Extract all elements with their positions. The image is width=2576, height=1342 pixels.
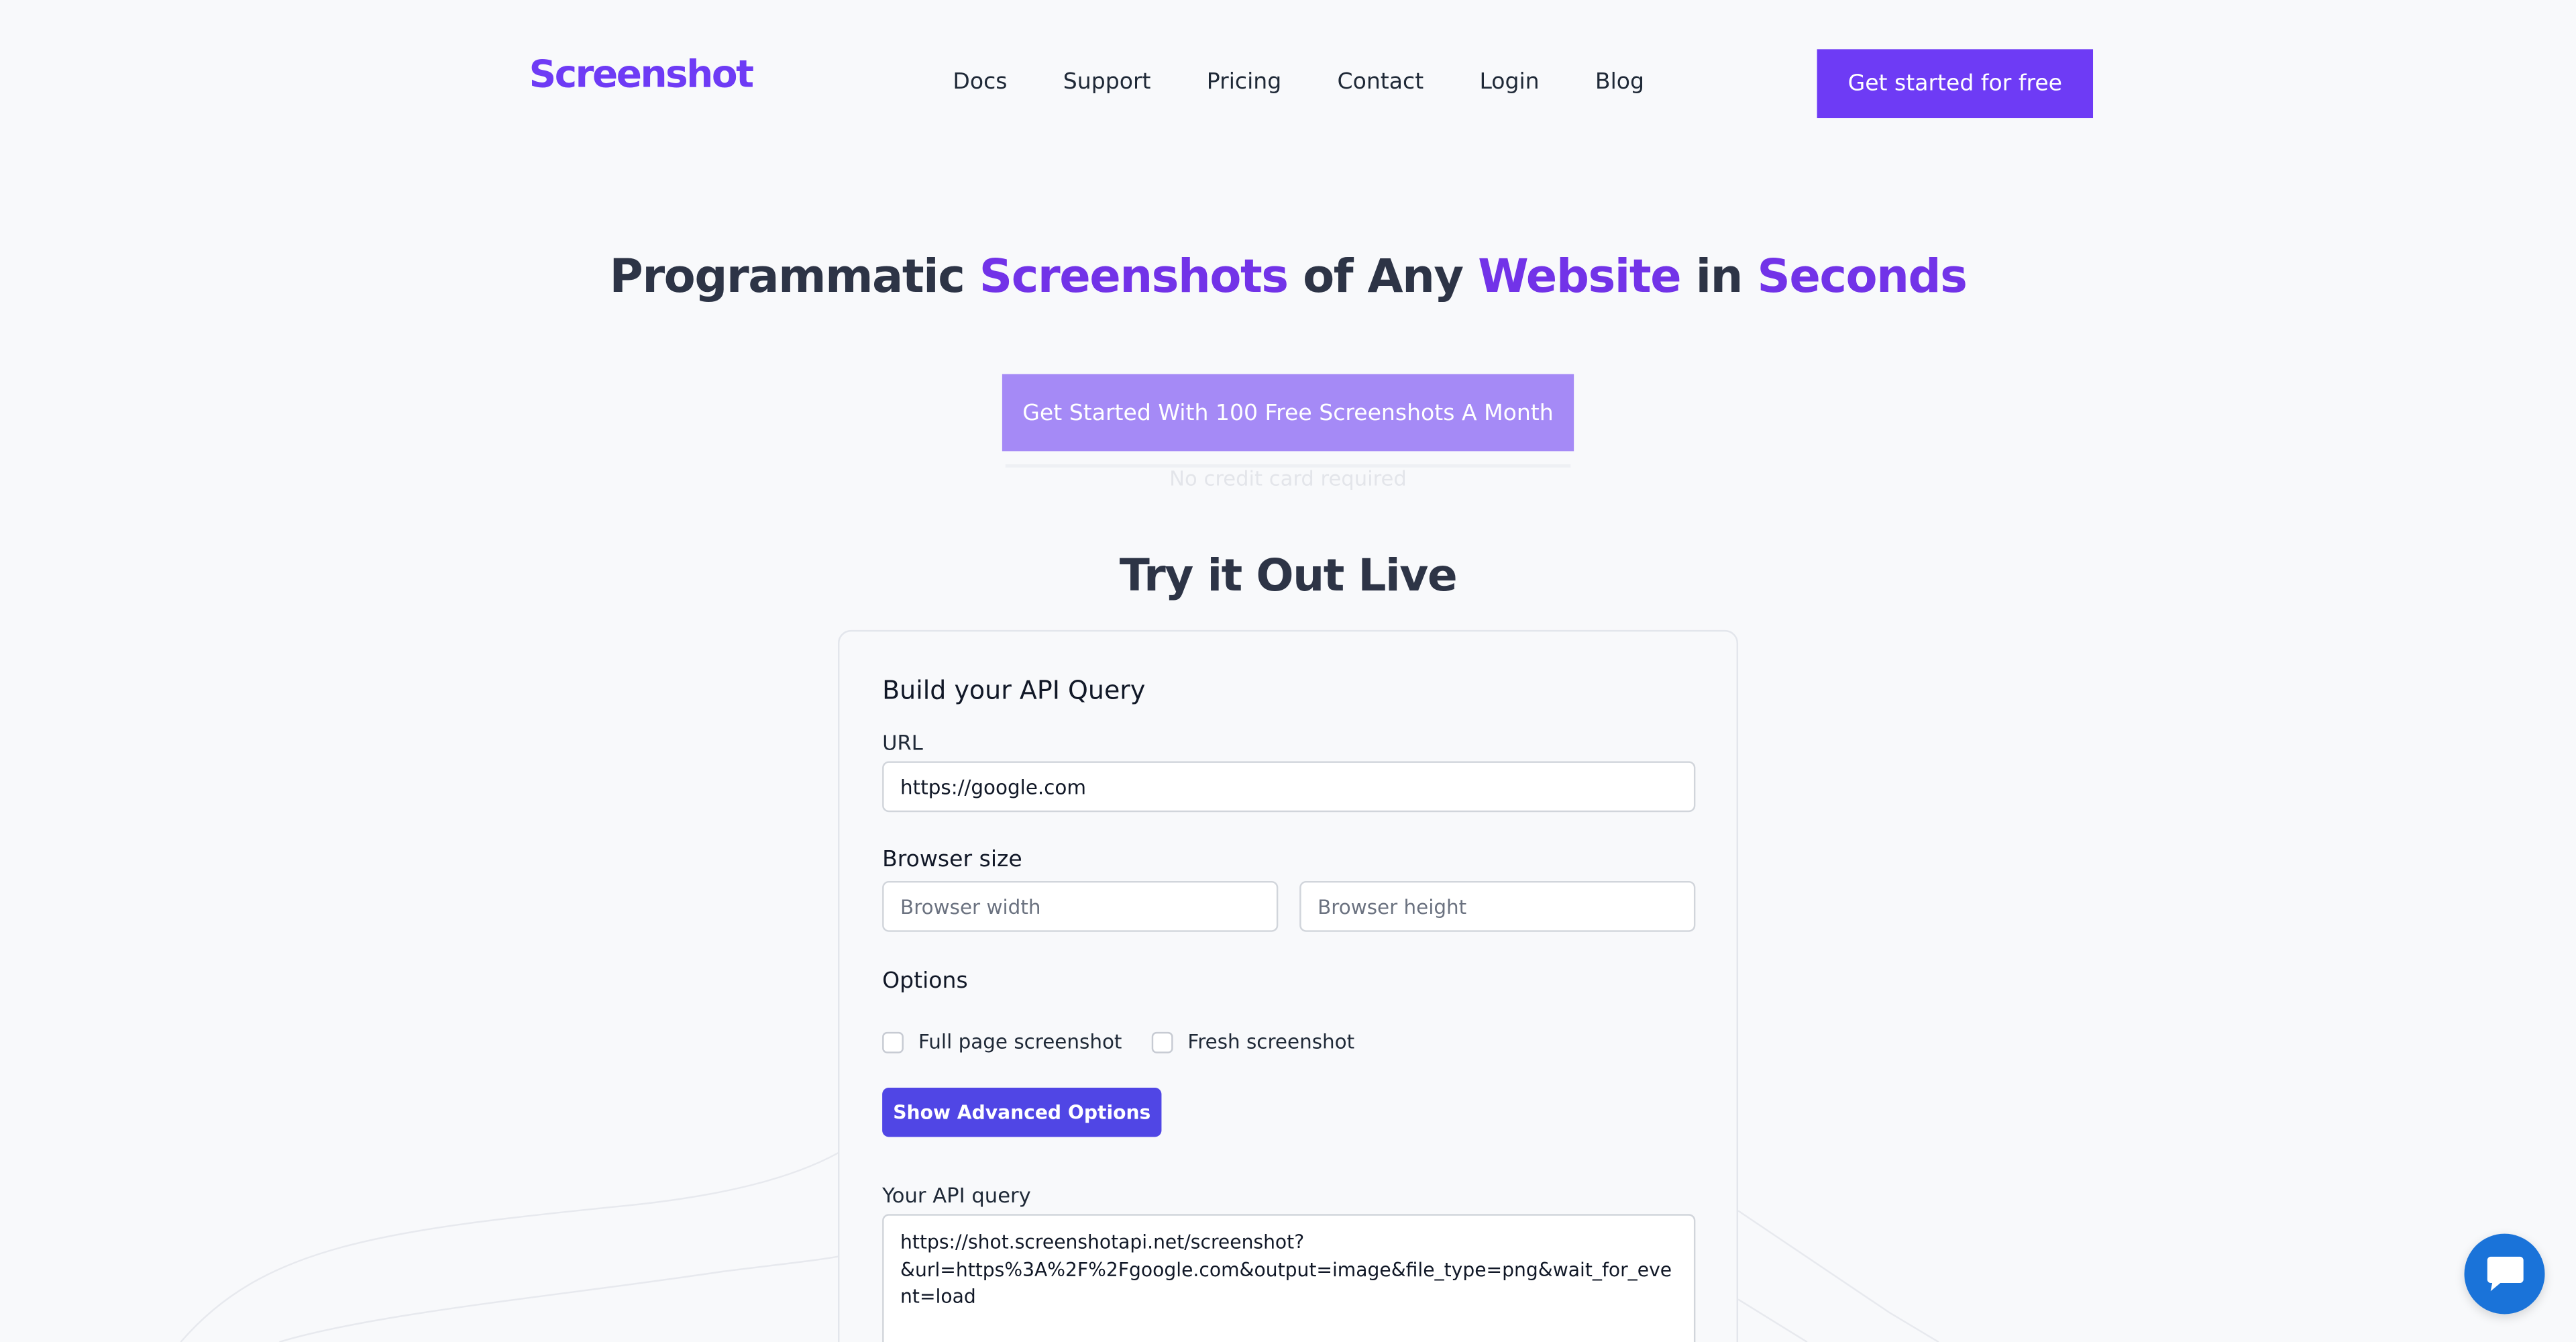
section-title: Try it Out Live [1119,551,1458,603]
nav-link-contact[interactable]: Contact [1338,69,1424,95]
fresh-screenshot-checkbox[interactable] [1151,1031,1173,1053]
full-page-checkbox[interactable] [882,1031,904,1053]
hero-title-part: of Any [1287,249,1479,304]
full-page-label[interactable]: Full page screenshot [918,1030,1122,1053]
url-input[interactable] [882,761,1696,813]
nav-link-support[interactable]: Support [1063,69,1151,95]
nav-links: Docs Support Pricing Contact Login Blog [953,69,1700,95]
no-credit-card-note: No credit card required [1169,466,1407,491]
fresh-screenshot-label[interactable]: Fresh screenshot [1187,1030,1354,1053]
options-label: Options [882,968,968,994]
nav-link-blog[interactable]: Blog [1595,69,1644,95]
get-started-button[interactable]: Get started for free [1817,49,2094,119]
nav-link-docs[interactable]: Docs [953,69,1007,95]
hero-title-highlight: Seconds [1757,249,1968,304]
chat-bubble-icon [2486,1255,2523,1290]
browser-width-input[interactable] [882,880,1279,932]
options-row: Full page screenshot Fresh screenshot [882,1030,1384,1053]
hero-title-highlight: Screenshots [979,249,1289,304]
chat-widget-button[interactable] [2464,1233,2545,1314]
hero-title-part: in [1680,249,1758,304]
api-query-card: Build your API Query URL Browser size Op… [837,629,1739,1342]
browser-size-label: Browser size [882,846,1022,873]
hero-title-highlight: Website [1478,249,1682,304]
nav-link-pricing[interactable]: Pricing [1207,69,1281,95]
card-title: Build your API Query [882,676,1146,706]
url-label: URL [882,730,923,755]
top-nav: Screenshot Docs Support Pricing Contact … [529,49,2094,119]
logo[interactable]: Screenshot [529,54,754,97]
page: Screenshot Docs Support Pricing Contact … [0,0,2576,1342]
hero-title-part: Programmatic [609,249,979,304]
free-screenshots-cta-button[interactable]: Get Started With 100 Free Screenshots A … [1002,374,1574,452]
hero-title: Programmatic Screenshots of Any Website … [0,250,2576,304]
api-query-label: Your API query [882,1182,1031,1208]
api-query-textarea[interactable]: https://shot.screenshotapi.net/screensho… [882,1214,1696,1342]
nav-link-login[interactable]: Login [1479,69,1539,95]
show-advanced-options-button[interactable]: Show Advanced Options [882,1088,1162,1137]
browser-height-input[interactable] [1299,880,1696,932]
